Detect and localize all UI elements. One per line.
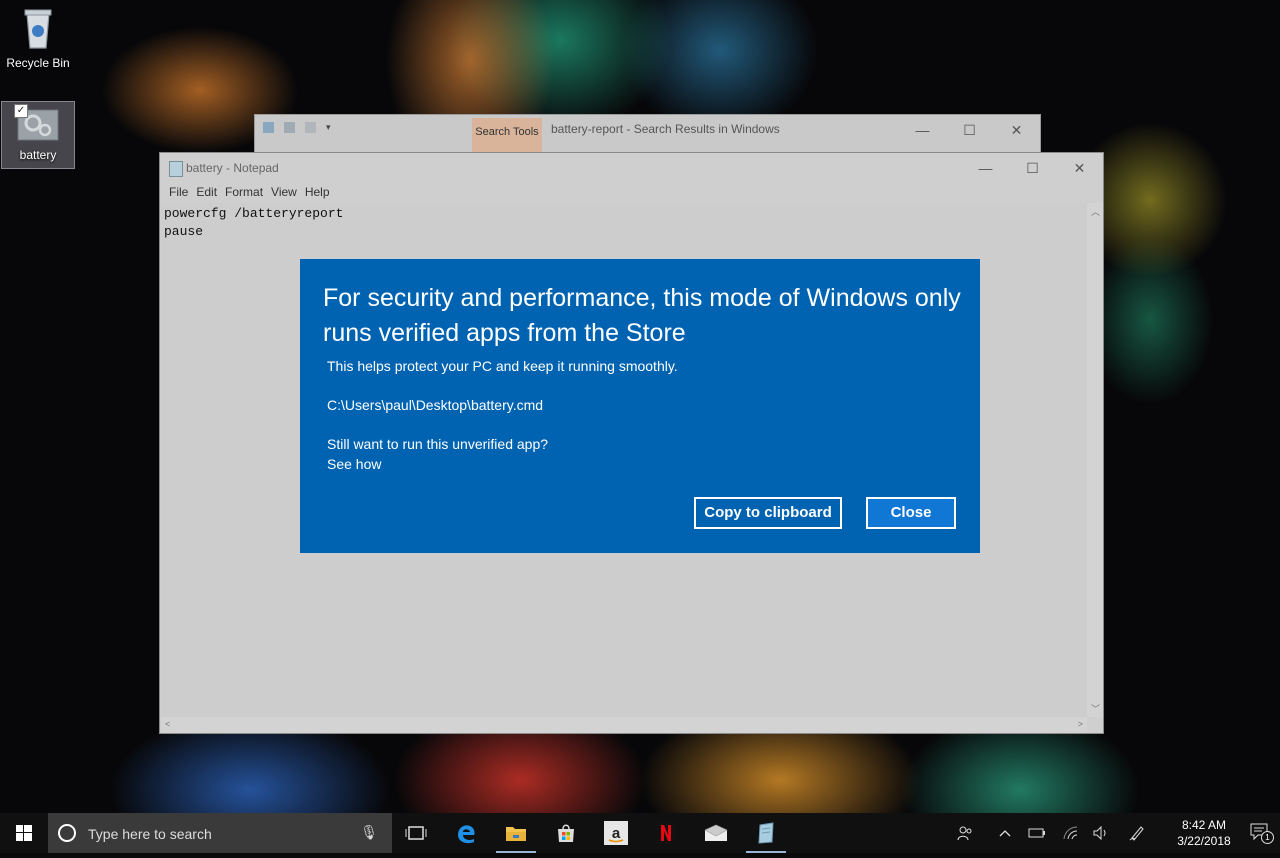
battery-icon[interactable] <box>1024 813 1050 853</box>
close-dialog-button[interactable]: Close <box>866 497 956 529</box>
scroll-right-icon[interactable]: > <box>1078 719 1083 729</box>
new-folder-icon[interactable] <box>305 122 316 133</box>
chevron-down-icon[interactable]: ▾ <box>326 122 331 133</box>
copy-to-clipboard-button[interactable]: Copy to clipboard <box>694 497 842 529</box>
windows-logo-icon <box>16 825 32 841</box>
desktop-icon-battery[interactable]: ✓ battery <box>1 101 75 169</box>
explorer-window[interactable]: ▾ Search Tools battery-report - Search R… <box>254 114 1041 156</box>
menu-file[interactable]: File <box>165 185 192 199</box>
minimize-button[interactable]: — <box>962 153 1009 183</box>
wifi-icon[interactable] <box>1058 813 1084 853</box>
maximize-button[interactable]: ☐ <box>1009 153 1056 183</box>
dialog-file-path: C:\Users\paul\Desktop\battery.cmd <box>327 397 544 413</box>
maximize-button[interactable]: ☐ <box>946 115 993 145</box>
store-only-dialog: For security and performance, this mode … <box>300 259 980 553</box>
chevron-up-icon[interactable] <box>993 813 1017 853</box>
menu-format[interactable]: Format <box>221 185 267 199</box>
desktop-icon-label: battery <box>19 148 57 162</box>
minimize-button[interactable]: — <box>899 115 946 145</box>
people-icon[interactable] <box>950 813 980 853</box>
close-button[interactable]: ✕ <box>1056 153 1103 183</box>
clock-time: 8:42 AM <box>1181 818 1227 832</box>
desktop-icon-recycle-bin[interactable]: Recycle Bin <box>2 6 74 72</box>
volume-icon[interactable] <box>1088 813 1114 853</box>
vertical-scrollbar[interactable]: ︿ ﹀ <box>1087 203 1103 717</box>
mail-icon[interactable] <box>692 813 740 853</box>
task-view-icon[interactable] <box>392 813 440 853</box>
start-button[interactable] <box>0 813 48 853</box>
menu-view[interactable]: View <box>267 185 301 199</box>
notepad-title: battery - Notepad <box>186 161 279 175</box>
action-center-icon[interactable]: 1 <box>1250 823 1274 844</box>
close-button[interactable]: ✕ <box>993 115 1040 145</box>
properties-icon[interactable] <box>284 122 295 133</box>
quick-access-toolbar: ▾ <box>263 122 331 133</box>
tab-search-tools[interactable]: Search Tools <box>472 118 542 154</box>
svg-text:a: a <box>612 825 621 842</box>
edge-icon[interactable] <box>442 813 490 853</box>
notepad-icon <box>169 161 183 177</box>
checkbox-icon[interactable]: ✓ <box>14 104 28 118</box>
taskbar-clock[interactable]: 8:42 AM 3/22/2018 <box>1172 817 1236 849</box>
notepad-titlebar[interactable]: battery - Notepad — ☐ ✕ <box>160 153 1103 183</box>
pen-workspace-icon[interactable] <box>1124 813 1150 853</box>
store-icon[interactable] <box>542 813 590 853</box>
window-controls: — ☐ ✕ <box>899 115 1040 145</box>
search-placeholder: Type here to search <box>88 826 212 842</box>
netflix-icon[interactable] <box>642 813 690 853</box>
taskbar-search[interactable]: Type here to search 🎙 <box>48 813 392 853</box>
microphone-icon[interactable]: 🎙 <box>360 824 378 841</box>
dialog-heading: For security and performance, this mode … <box>323 284 961 347</box>
taskbar: Type here to search 🎙 a 8:42 AM 3/22/201… <box>0 813 1280 853</box>
notepad-icon[interactable] <box>742 813 790 853</box>
amazon-icon[interactable]: a <box>592 813 640 853</box>
see-how-link[interactable]: See how <box>327 456 381 472</box>
notification-badge: 1 <box>1261 831 1274 844</box>
menu-edit[interactable]: Edit <box>192 185 221 199</box>
horizontal-scrollbar[interactable]: < > <box>161 717 1087 733</box>
scroll-left-icon[interactable]: < <box>165 719 170 729</box>
menu-help[interactable]: Help <box>301 185 334 199</box>
notepad-menu-bar: File Edit Format View Help <box>165 185 334 199</box>
desktop-icon-label: Recycle Bin <box>6 56 70 70</box>
folder-icon[interactable] <box>263 122 274 133</box>
clock-date: 3/22/2018 <box>1177 834 1231 848</box>
scroll-up-icon[interactable]: ︿ <box>1091 205 1100 218</box>
cortana-icon[interactable] <box>58 824 76 842</box>
dialog-subtitle: This helps protect your PC and keep it r… <box>327 358 678 374</box>
dialog-question: Still want to run this unverified app? <box>327 436 549 452</box>
explorer-title: battery-report - Search Results in Windo… <box>551 122 780 136</box>
scroll-down-icon[interactable]: ﹀ <box>1091 702 1100 715</box>
window-controls: — ☐ ✕ <box>962 153 1103 183</box>
recycle-bin-icon <box>24 9 52 49</box>
file-explorer-icon[interactable] <box>492 813 540 853</box>
